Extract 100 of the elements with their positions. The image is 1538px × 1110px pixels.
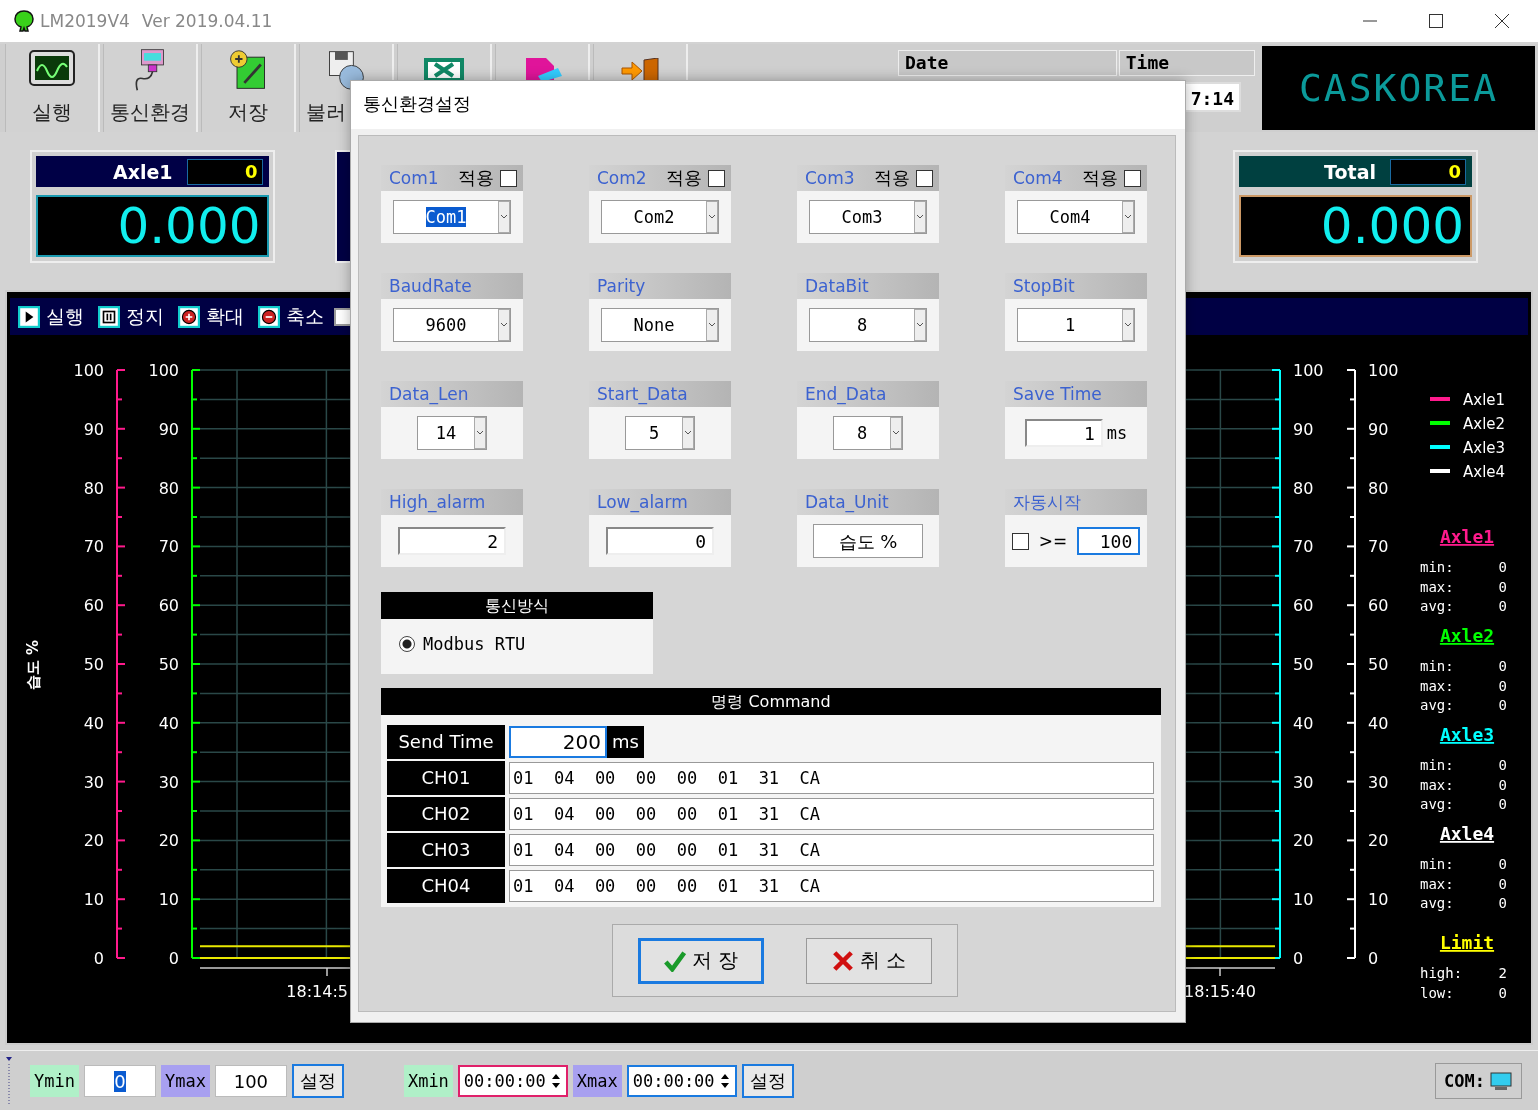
- command-field[interactable]: 01 04 00 00 00 01 31 CA: [509, 834, 1154, 866]
- axis-tick-label: 80: [1293, 478, 1314, 498]
- axis-tick-label: 10: [1293, 890, 1314, 910]
- stats-value: 0: [1498, 875, 1507, 892]
- port-dropdown[interactable]: Com4: [1017, 200, 1135, 234]
- spin-box[interactable]: 5: [625, 416, 695, 450]
- axis-tick-label: 80: [83, 478, 104, 498]
- apply-checkbox[interactable]: [708, 169, 725, 187]
- axis-tick-label: 0: [168, 949, 179, 968]
- stats-title: Axle4: [1439, 823, 1495, 844]
- axis-tick-label: 100: [73, 361, 104, 380]
- radio-label[interactable]: Modbus RTU: [423, 634, 526, 654]
- port-dropdown[interactable]: Com1: [393, 200, 511, 234]
- axis-tick-label: 90: [83, 419, 104, 439]
- apply-checkbox[interactable]: [1124, 169, 1141, 187]
- dropdown[interactable]: 1: [1017, 308, 1135, 342]
- legend-label: Axle4: [1463, 463, 1506, 481]
- stats-label: avg:: [1420, 895, 1454, 911]
- toolbar-button[interactable]: 저장: [201, 44, 296, 132]
- channel-label: CH02: [387, 797, 505, 831]
- chart-tool-button[interactable]: 확대: [178, 303, 244, 330]
- grip-icon[interactable]: [5, 1056, 13, 1106]
- dialog-title: 통신환경설정: [351, 81, 1185, 129]
- limit-value: 2: [1498, 965, 1507, 981]
- section-header: 명령 Command: [381, 688, 1161, 715]
- stats-value: 0: [1498, 697, 1507, 713]
- axis-title: 습도 %: [24, 639, 42, 691]
- set-button[interactable]: 설정: [291, 1064, 344, 1098]
- chart-tool-button[interactable]: 축소: [258, 303, 324, 330]
- stats-label: min:: [1420, 856, 1454, 872]
- autostart-checkbox[interactable]: [1011, 532, 1029, 550]
- axis-tick-label: 0: [1293, 949, 1304, 968]
- stats-value: 0: [1498, 578, 1507, 595]
- save-button[interactable]: 저 장: [638, 937, 764, 984]
- stats-value: 0: [1498, 856, 1507, 872]
- chart-tool-button[interactable]: 정지: [98, 303, 164, 330]
- axis-tick-label: 70: [83, 537, 104, 557]
- dropdown[interactable]: 8: [809, 308, 927, 342]
- spin-box[interactable]: 8: [833, 416, 903, 450]
- command-field[interactable]: 01 04 00 00 00 01 31 CA: [509, 762, 1154, 794]
- apply-label: 적용: [666, 166, 702, 190]
- field-label: Parity: [597, 276, 646, 296]
- xmin-field[interactable]: 00:00:00: [457, 1065, 568, 1097]
- stats-label: max:: [1420, 776, 1454, 793]
- channel-label: CH01: [387, 761, 505, 795]
- input-field[interactable]: 0: [606, 527, 714, 555]
- ymax-field[interactable]: 100: [214, 1065, 287, 1097]
- chart-tool-button[interactable]: 실행: [18, 303, 84, 330]
- monitor-icon: [1489, 1071, 1513, 1091]
- xmax-field[interactable]: 00:00:00: [626, 1065, 737, 1097]
- operator-label: >=: [1038, 531, 1068, 551]
- time-header: Time: [1118, 50, 1255, 76]
- toolbar-button[interactable]: 통신환경: [103, 44, 198, 132]
- stats-value: 0: [1498, 776, 1507, 793]
- port-dropdown[interactable]: Com2: [601, 200, 719, 234]
- stats-label: avg:: [1420, 697, 1454, 713]
- port-label: Com4: [1013, 168, 1063, 188]
- command-field[interactable]: 01 04 00 00 00 01 31 CA: [509, 798, 1154, 830]
- threshold-field[interactable]: 100: [1077, 527, 1141, 555]
- xmax-label: Xmax: [572, 1065, 622, 1097]
- apply-checkbox[interactable]: [500, 169, 517, 187]
- toolbar-button[interactable]: 실행: [5, 44, 100, 132]
- readout-name: Axle1: [112, 160, 173, 183]
- axis-tick-label: 20: [158, 831, 179, 851]
- dropdown[interactable]: 9600: [393, 308, 511, 342]
- axis-tick-label: 70: [1293, 537, 1314, 557]
- port-dropdown[interactable]: Com3: [809, 200, 927, 234]
- axis-tick-label: 80: [158, 478, 179, 498]
- channel-label: CH03: [387, 833, 505, 867]
- command-field[interactable]: 01 04 00 00 00 01 31 CA: [509, 870, 1154, 902]
- field-label: Data_Len: [389, 384, 469, 404]
- stats-value: 0: [1498, 796, 1507, 812]
- stats-value: 0: [1498, 757, 1507, 773]
- send-time-field[interactable]: 200: [509, 726, 607, 758]
- set-button[interactable]: 설정: [741, 1064, 794, 1098]
- legend-label: Axle3: [1463, 439, 1506, 457]
- maximize-icon[interactable]: [1428, 13, 1444, 29]
- stats-label: avg:: [1420, 598, 1454, 614]
- axis-tick-label: 50: [1293, 655, 1314, 674]
- stats-label: max:: [1420, 677, 1454, 694]
- dropdown[interactable]: None: [601, 308, 719, 342]
- axis-tick-label: 30: [1293, 772, 1314, 792]
- axis-tick-label: 50: [83, 655, 104, 674]
- spreadsheet-icon: [424, 58, 464, 82]
- axis-tick-label: 30: [158, 772, 179, 792]
- stats-value: 0: [1498, 677, 1507, 694]
- ymin-field[interactable]: 0: [83, 1065, 156, 1097]
- input-field[interactable]: 2: [398, 527, 506, 555]
- close-icon[interactable]: [1494, 13, 1510, 29]
- app-logo-icon: [12, 9, 36, 33]
- apply-checkbox[interactable]: [916, 169, 933, 187]
- axis-tick-label: 60: [83, 596, 104, 616]
- limit-label: low:: [1420, 985, 1454, 1001]
- stats-label: min:: [1420, 658, 1454, 674]
- radio-button[interactable]: [399, 636, 415, 652]
- axis-tick-label: 90: [158, 419, 179, 439]
- input-field[interactable]: 1: [1024, 419, 1103, 447]
- field-label: Low_alarm: [597, 492, 688, 512]
- cancel-button[interactable]: 취 소: [806, 937, 932, 984]
- spin-box[interactable]: 14: [417, 416, 487, 450]
